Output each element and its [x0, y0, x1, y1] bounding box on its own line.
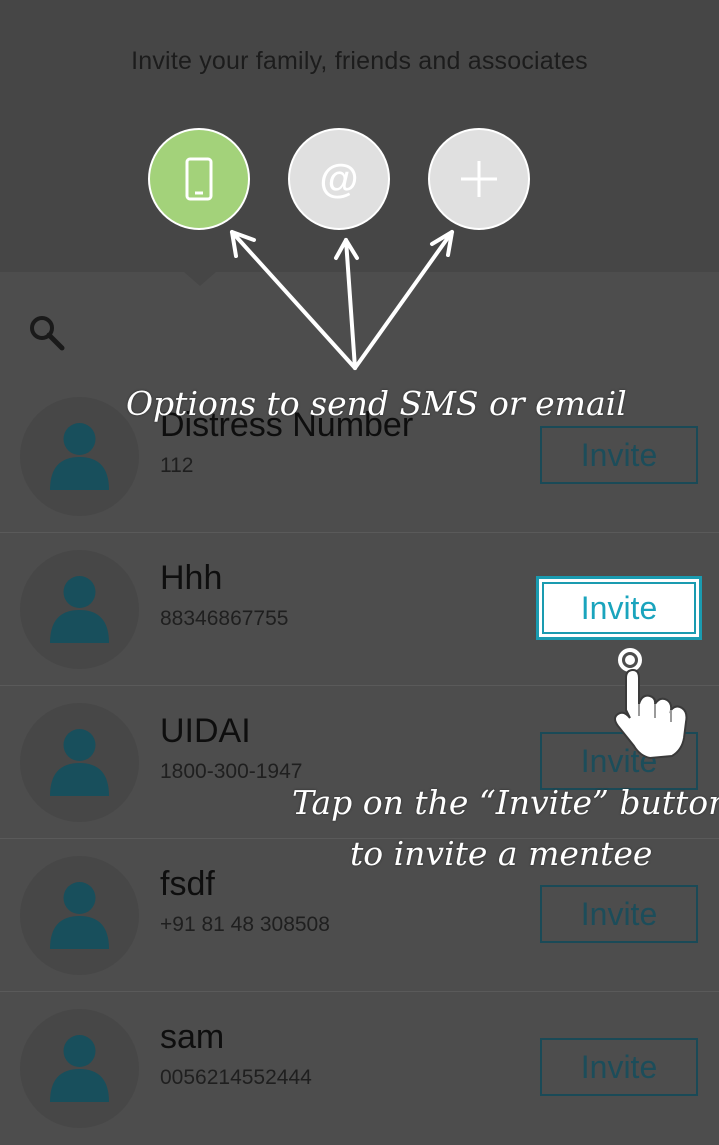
avatar: [20, 397, 139, 516]
contact-name: sam: [160, 1018, 225, 1056]
person-icon: [50, 576, 109, 643]
contact-row[interactable]: sam 0056214552444 Invite: [0, 992, 719, 1145]
person-icon: [50, 423, 109, 490]
invite-button[interactable]: Invite: [540, 1038, 698, 1096]
sms-option-button[interactable]: [148, 128, 250, 230]
person-icon: [50, 1035, 109, 1102]
tap-annotation-line1: Tap on the “Invite” button: [292, 783, 719, 822]
email-option-button[interactable]: @: [288, 128, 390, 230]
invite-button-highlighted[interactable]: Invite: [536, 576, 702, 640]
contact-number: 88346867755: [160, 607, 289, 630]
avatar: [20, 856, 139, 975]
person-icon: [50, 882, 109, 949]
person-icon: [50, 729, 109, 796]
contact-number: 0056214552444: [160, 1066, 312, 1089]
contact-number: 112: [160, 454, 194, 477]
contact-name: Hhh: [160, 559, 223, 597]
plus-icon: [461, 161, 497, 197]
tap-annotation-line2: to invite a mentee: [350, 834, 653, 873]
add-option-button[interactable]: [428, 128, 530, 230]
at-icon: @: [319, 156, 359, 201]
contact-number: +91 81 48 308508: [160, 913, 330, 936]
header-title: Invite your family, friends and associat…: [131, 47, 588, 75]
invite-header: Invite your family, friends and associat…: [0, 0, 719, 272]
contact-name: UIDAI: [160, 712, 251, 750]
tap-hand-icon: [606, 646, 696, 767]
contact-name: fsdf: [160, 865, 215, 903]
invite-button[interactable]: Invite: [540, 885, 698, 943]
search-icon[interactable]: [28, 314, 66, 357]
phone-icon: [185, 157, 213, 201]
selected-option-caret: [184, 272, 216, 286]
avatar: [20, 550, 139, 669]
invite-button[interactable]: Invite: [540, 426, 698, 484]
avatar: [20, 1009, 139, 1128]
options-annotation: Options to send SMS or email: [126, 384, 627, 423]
avatar: [20, 703, 139, 822]
contact-number: 1800-300-1947: [160, 760, 303, 783]
